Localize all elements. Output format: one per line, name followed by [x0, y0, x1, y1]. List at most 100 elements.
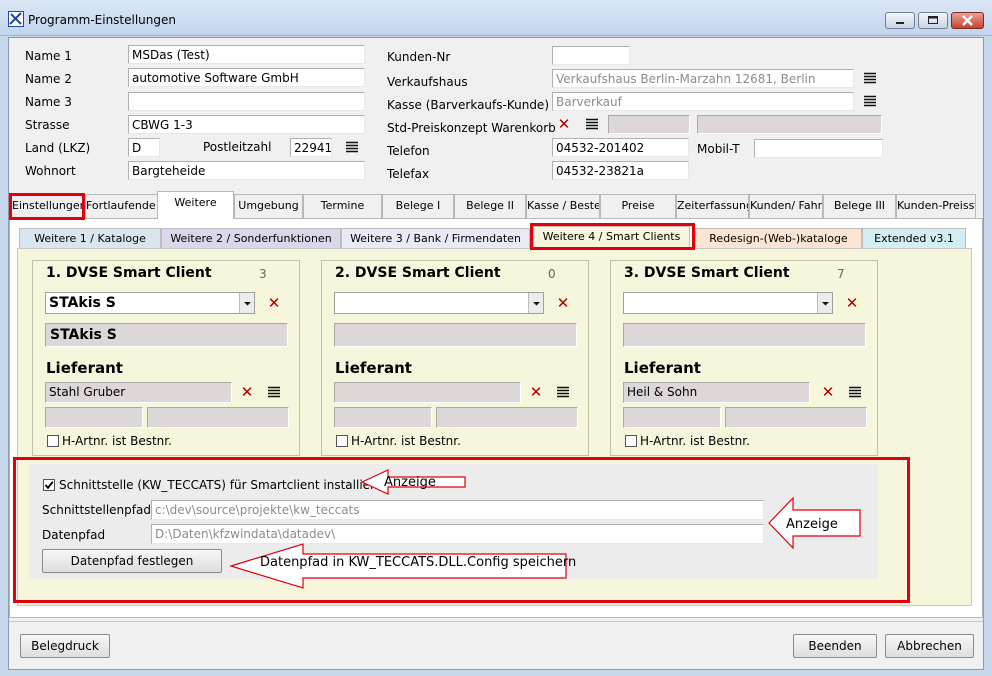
strasse-field[interactable]: CBWG 1-3	[128, 115, 365, 134]
subtab-redesign[interactable]: Redesign-(Web-)kataloge	[695, 228, 862, 249]
preiskonzept-code-field[interactable]	[608, 115, 690, 134]
tab-zeiterfassung[interactable]: Zeiterfassung	[676, 194, 749, 218]
smart-client-select[interactable]	[623, 292, 833, 314]
lieferant-extra-field[interactable]	[725, 407, 867, 428]
annotation-display: Anzeige	[384, 475, 436, 490]
annotation-display: Anzeige	[786, 517, 838, 532]
wohnort-label: Wohnort	[25, 164, 76, 178]
tab-preise[interactable]: Preise	[600, 194, 676, 218]
dropdown-button[interactable]	[528, 293, 543, 313]
tab-termine[interactable]: Termine	[303, 194, 382, 218]
telefax-field[interactable]: 04532-23821a	[552, 161, 689, 180]
name1-field[interactable]: MSDas (Test)	[128, 45, 365, 64]
dropdown-button[interactable]	[817, 293, 832, 313]
h-artnr-checkbox[interactable]	[625, 435, 637, 447]
tab-kasse[interactable]: Kasse / Beste	[526, 194, 600, 218]
title-bar: Programm-Einstellungen	[0, 0, 992, 36]
plz-label: Postleitzahl	[203, 140, 272, 154]
list-icon[interactable]	[267, 386, 281, 398]
name3-label: Name 3	[25, 95, 72, 109]
plz-field[interactable]: 22941	[290, 138, 332, 157]
lieferant-code-field[interactable]	[334, 407, 432, 428]
tab-weitere[interactable]: Weitere	[157, 191, 234, 219]
lieferant-field[interactable]: Heil & Sohn	[623, 382, 810, 403]
delete-icon[interactable]: ✕	[267, 296, 281, 311]
mobil-field[interactable]	[754, 139, 883, 158]
name2-label: Name 2	[25, 72, 72, 86]
verkaufshaus-field[interactable]: Verkaufshaus Berlin-Marzahn 12681, Berli…	[552, 69, 854, 88]
dropdown-button[interactable]	[239, 293, 254, 313]
window-title: Programm-Einstellungen	[28, 13, 176, 27]
tab-belege-3[interactable]: Belege III	[823, 194, 896, 218]
highlight-box	[9, 193, 85, 220]
list-icon[interactable]	[863, 72, 877, 84]
subtab-extended[interactable]: Extended v3.1	[862, 228, 966, 249]
card-title: 2. DVSE Smart Client	[335, 265, 501, 281]
kasse-field[interactable]: Barverkauf	[552, 92, 854, 111]
wohnort-field[interactable]: Bargteheide	[128, 161, 365, 180]
strasse-label: Strasse	[25, 118, 70, 132]
delete-icon[interactable]: ✕	[556, 296, 570, 311]
land-field[interactable]: D	[128, 138, 160, 157]
delete-icon[interactable]: ✕	[557, 117, 571, 132]
lieferant-extra-field[interactable]	[147, 407, 289, 428]
telefon-field[interactable]: 04532-201402	[552, 138, 689, 157]
minimize-button[interactable]	[885, 12, 915, 29]
smart-client-select[interactable]	[334, 292, 544, 314]
tab-belege-1[interactable]: Belege I	[382, 194, 454, 218]
card-count: 0	[548, 267, 556, 281]
telefon-label: Telefon	[387, 144, 430, 158]
lieferant-code-field[interactable]	[45, 407, 143, 428]
list-icon[interactable]	[556, 386, 570, 398]
list-icon[interactable]	[585, 118, 599, 130]
beenden-button[interactable]: Beenden	[793, 634, 877, 658]
annotation-save-note: Datenpfad in KW_TECCATS.DLL.Config speic…	[260, 555, 577, 570]
subtab-kataloge[interactable]: Weitere 1 / Kataloge	[19, 228, 161, 249]
smart-client-name	[623, 323, 866, 347]
kundennr-field[interactable]	[552, 46, 630, 65]
mobil-label: Mobil-T	[697, 142, 740, 156]
tab-belege-2[interactable]: Belege II	[454, 194, 526, 218]
h-artnr-checkbox[interactable]	[47, 435, 59, 447]
preiskonzept-label: Std-Preiskonzept Warenkorb	[387, 121, 556, 135]
lieferant-field[interactable]: Stahl Gruber	[45, 382, 232, 403]
chevron-down-icon	[244, 302, 251, 306]
tab-kunden-preise[interactable]: Kunden-Preisst	[896, 194, 976, 218]
subtab-bank[interactable]: Weitere 3 / Bank / Firmendaten	[341, 228, 530, 249]
card-title: 1. DVSE Smart Client	[46, 265, 212, 281]
name2-field[interactable]: automotive Software GmbH	[128, 68, 365, 87]
lieferant-code-field[interactable]	[623, 407, 721, 428]
chevron-down-icon	[822, 302, 829, 306]
h-artnr-checkbox[interactable]	[336, 435, 348, 447]
list-icon[interactable]	[848, 386, 862, 398]
delete-icon[interactable]: ✕	[821, 385, 835, 400]
lieferant-extra-field[interactable]	[436, 407, 578, 428]
tab-kunden-fahrzeuge[interactable]: Kunden/ Fahrz	[749, 194, 823, 218]
lieferant-heading: Lieferant	[624, 359, 701, 377]
maximize-button[interactable]	[918, 12, 948, 29]
tab-fortlaufende[interactable]: Fortlaufende N	[85, 194, 158, 218]
abbrechen-button[interactable]: Abbrechen	[885, 634, 974, 658]
subtab-sonderfunktionen[interactable]: Weitere 2 / Sonderfunktionen	[161, 228, 341, 249]
name3-field[interactable]	[128, 92, 365, 111]
lieferant-field[interactable]	[334, 382, 521, 403]
delete-icon[interactable]: ✕	[845, 296, 859, 311]
kundennr-label: Kunden-Nr	[387, 50, 451, 64]
close-button[interactable]	[951, 12, 984, 29]
maximize-icon	[928, 16, 938, 24]
list-icon[interactable]	[345, 141, 359, 153]
list-icon[interactable]	[863, 95, 877, 107]
kasse-label: Kasse (Barverkaufs-Kunde)	[387, 98, 549, 112]
tab-umgebung[interactable]: Umgebung	[234, 194, 303, 218]
belegdruck-button[interactable]: Belegdruck	[20, 634, 110, 658]
telefax-label: Telefax	[387, 167, 430, 181]
card-count: 3	[259, 267, 267, 281]
smart-client-select[interactable]: STAkis S	[45, 292, 255, 314]
preiskonzept-name-field[interactable]	[697, 115, 882, 134]
highlight-box	[530, 223, 695, 250]
delete-icon[interactable]: ✕	[240, 385, 254, 400]
card-title: 3. DVSE Smart Client	[624, 265, 790, 281]
delete-icon[interactable]: ✕	[529, 385, 543, 400]
smart-client-name: STAkis S	[45, 323, 288, 347]
card-count: 7	[837, 267, 845, 281]
